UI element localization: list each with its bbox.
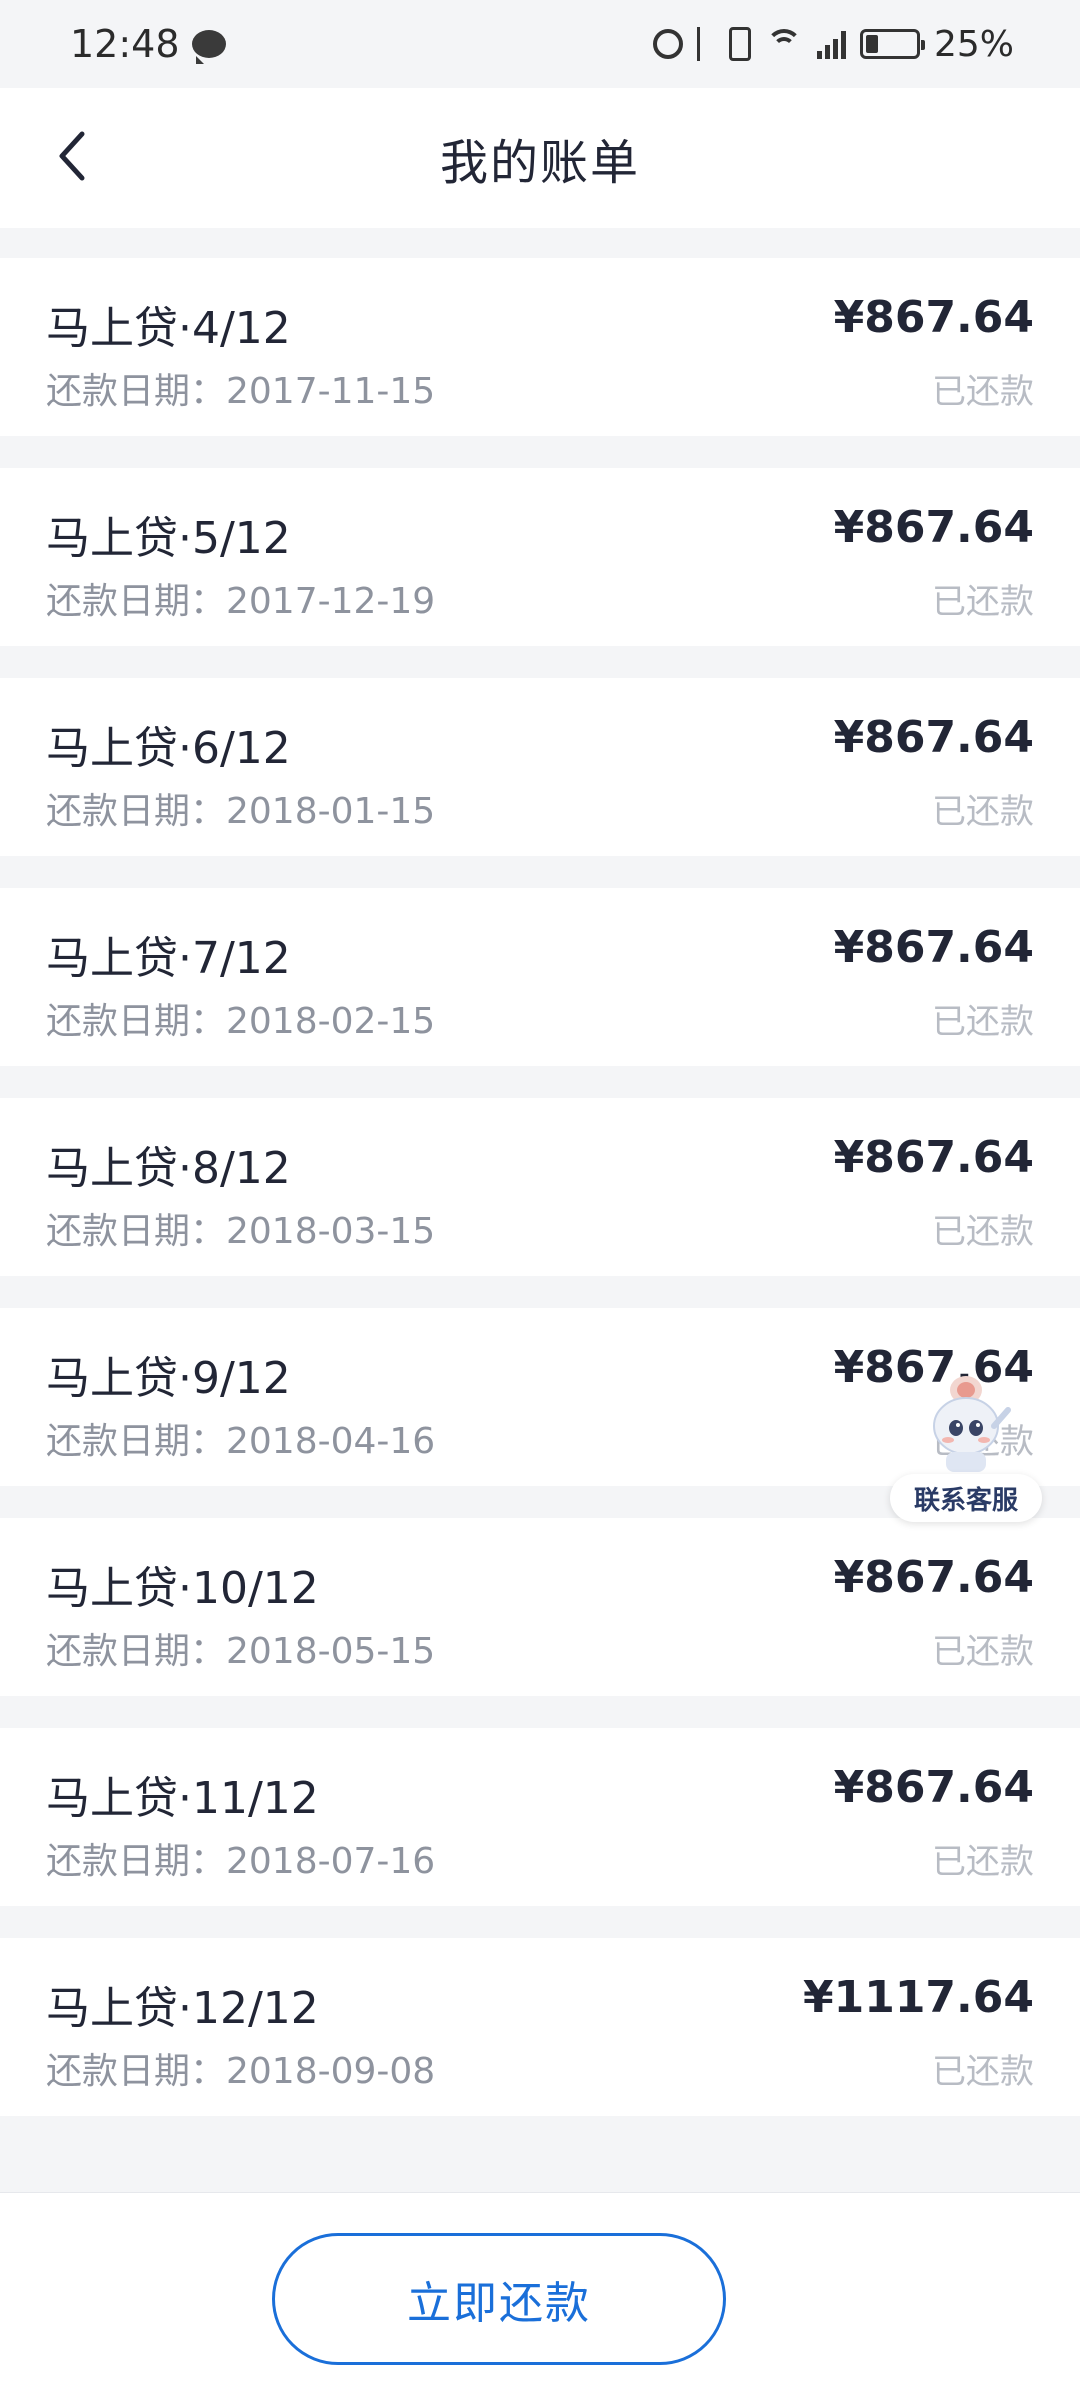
battery-icon xyxy=(859,29,925,59)
wifi-icon xyxy=(765,29,803,59)
bill-item[interactable]: 马上贷·12/12 还款日期：2018-09-08 ¥1117.64 已还款 xyxy=(0,1938,1080,2116)
bill-date: 还款日期：2018-07-16 xyxy=(46,1841,436,1882)
status-icons: 25% xyxy=(652,23,1014,65)
bill-date: 还款日期：2017-11-15 xyxy=(46,371,436,412)
bill-amount: ¥867.64 xyxy=(833,922,1034,973)
bill-date: 还款日期：2018-01-15 xyxy=(46,791,436,832)
chat-icon xyxy=(191,30,226,64)
bill-amount: ¥867.64 xyxy=(833,1552,1034,1603)
status-left: 12:48 xyxy=(70,22,226,66)
pay-now-button[interactable]: 立即还款 xyxy=(272,2233,726,2365)
customer-service-label: 联系客服 xyxy=(890,1474,1042,1522)
bluetooth-icon xyxy=(696,27,715,61)
bill-item[interactable]: 马上贷·4/12 还款日期：2017-11-15 ¥867.64 已还款 xyxy=(0,258,1080,436)
footer: 立即还款 xyxy=(0,2192,1080,2400)
bill-date: 还款日期：2017-12-19 xyxy=(46,581,436,622)
back-button[interactable] xyxy=(40,124,104,188)
bill-amount: ¥1117.64 xyxy=(802,1972,1034,2023)
bill-status: 已还款 xyxy=(932,1212,1034,1252)
bill-status: 已还款 xyxy=(932,582,1034,622)
bill-status: 已还款 xyxy=(932,1002,1034,1042)
chevron-left-icon xyxy=(59,131,85,181)
bill-status: 已还款 xyxy=(932,1842,1034,1882)
bill-amount: ¥867.64 xyxy=(833,1132,1034,1183)
bill-name: 马上贷·12/12 xyxy=(46,1983,319,2034)
bill-amount: ¥867.64 xyxy=(833,712,1034,763)
battery-percent: 25% xyxy=(933,23,1014,65)
bill-status: 已还款 xyxy=(932,1632,1034,1672)
bill-item[interactable]: 马上贷·6/12 还款日期：2018-01-15 ¥867.64 已还款 xyxy=(0,678,1080,856)
bill-name: 马上贷·9/12 xyxy=(46,1353,291,1404)
mascot-icon xyxy=(933,1376,1011,1472)
bill-date: 还款日期：2018-03-15 xyxy=(46,1211,436,1252)
bill-name: 马上贷·7/12 xyxy=(46,933,291,984)
bill-date: 还款日期：2018-05-15 xyxy=(46,1631,436,1672)
bill-name: 马上贷·5/12 xyxy=(46,513,291,564)
customer-service-button[interactable]: 联系客服 xyxy=(890,1370,1042,1526)
bill-amount: ¥867.64 xyxy=(833,1762,1034,1813)
bill-status: 已还款 xyxy=(932,2052,1034,2092)
bill-name: 马上贷·11/12 xyxy=(46,1773,319,1824)
bill-date: 还款日期：2018-09-08 xyxy=(46,2051,436,2092)
bill-amount: ¥867.64 xyxy=(833,502,1034,553)
bill-date: 还款日期：2018-02-15 xyxy=(46,1001,436,1042)
bill-date: 还款日期：2018-04-16 xyxy=(46,1421,436,1462)
bill-status: 已还款 xyxy=(932,792,1034,832)
vibrate-icon xyxy=(728,27,751,61)
bill-name: 马上贷·4/12 xyxy=(46,303,291,354)
signal-4g-icon xyxy=(816,29,846,59)
bill-item[interactable]: 马上贷·11/12 还款日期：2018-07-16 ¥867.64 已还款 xyxy=(0,1728,1080,1906)
header: 我的账单 xyxy=(0,88,1080,228)
bill-item[interactable]: 马上贷·10/12 还款日期：2018-05-15 ¥867.64 已还款 xyxy=(0,1518,1080,1696)
bill-amount: ¥867.64 xyxy=(833,292,1034,343)
bill-item[interactable]: 马上贷·7/12 还款日期：2018-02-15 ¥867.64 已还款 xyxy=(0,888,1080,1066)
bill-name: 马上贷·8/12 xyxy=(46,1143,291,1194)
status-bar: 12:48 25% xyxy=(0,0,1080,88)
status-time: 12:48 xyxy=(70,22,180,66)
bill-item[interactable]: 马上贷·5/12 还款日期：2017-12-19 ¥867.64 已还款 xyxy=(0,468,1080,646)
bill-status: 已还款 xyxy=(932,372,1034,412)
bill-name: 马上贷·6/12 xyxy=(46,723,291,774)
bill-name: 马上贷·10/12 xyxy=(46,1563,319,1614)
page-title: 我的账单 xyxy=(439,135,640,191)
bill-list: 马上贷·4/12 还款日期：2017-11-15 ¥867.64 已还款 马上贷… xyxy=(0,258,1080,2148)
bill-item[interactable]: 马上贷·8/12 还款日期：2018-03-15 ¥867.64 已还款 xyxy=(0,1098,1080,1276)
alarm-icon xyxy=(652,29,683,59)
